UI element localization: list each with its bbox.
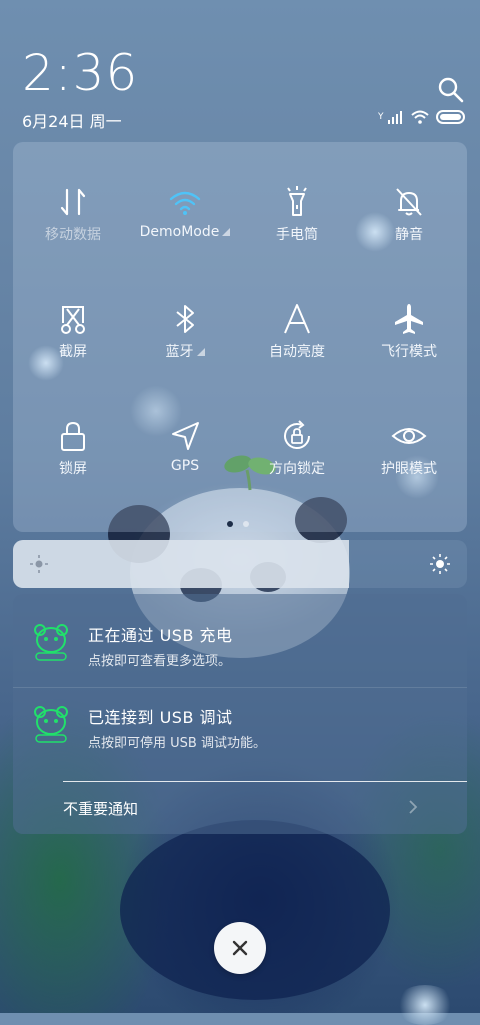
tile-label: DemoMode [129, 224, 241, 240]
flashlight-icon [287, 186, 307, 216]
tile-label-text: 蓝牙 [165, 344, 194, 360]
notification-panel: 正在通过 USB 充电 点按即可查看更多选项。 已连接到 USB 调试 点按即可… [13, 594, 467, 834]
signal-type-label: Y [378, 112, 384, 122]
mobile-data-icon [60, 188, 86, 216]
tile-airplane[interactable]: 飞行模式 [353, 281, 465, 381]
tile-label-text: DemoMode [139, 224, 220, 240]
airplane-icon [395, 304, 423, 334]
page-indicator [227, 521, 253, 527]
tile-label: 蓝牙 [129, 341, 241, 361]
tile-label: 方向锁定 [269, 461, 325, 477]
tile-lock-screen[interactable]: 锁屏 [17, 398, 129, 498]
tile-screenshot[interactable]: 截屏 [17, 281, 129, 381]
wifi-status-icon [410, 110, 429, 124]
tile-eye-care[interactable]: 护眼模式 [353, 398, 465, 498]
bluetooth-icon [176, 305, 194, 333]
page-dot [243, 521, 249, 527]
tile-label: 移动数据 [45, 227, 101, 243]
tile-rotation-lock[interactable]: 方向锁定 [241, 398, 353, 498]
tile-label: 静音 [395, 227, 423, 243]
notification-usb-charging[interactable]: 正在通过 USB 充电 点按即可查看更多选项。 [13, 608, 467, 688]
notification-subtitle: 点按即可查看更多选项。 [88, 654, 232, 669]
tile-auto-brightness[interactable]: 自动亮度 [241, 281, 353, 381]
date-label: 6月24日 周一 [22, 112, 122, 131]
divider [63, 781, 467, 782]
signal-icon [387, 111, 402, 124]
lock-icon [61, 421, 85, 451]
tile-bluetooth[interactable]: 蓝牙 [129, 281, 241, 381]
tile-mobile-data[interactable]: 移动数据 [17, 164, 129, 264]
chevron-right-icon [409, 800, 418, 814]
tile-flashlight[interactable]: 手电筒 [241, 164, 353, 264]
tile-label: 截屏 [59, 344, 87, 360]
notification-title: 已连接到 USB 调试 [88, 708, 233, 727]
screenshot-icon [61, 306, 85, 334]
brightness-fill [13, 540, 349, 588]
bell-off-icon [396, 188, 422, 216]
rotation-lock-icon [284, 420, 310, 450]
quick-settings-panel: 移动数据 DemoMode 手电筒 静音 截屏 蓝牙 自动亮度 飞行模式 锁屏 … [13, 142, 467, 532]
wallpaper-bokeh [395, 985, 455, 1025]
close-icon [232, 940, 248, 956]
tile-label: 锁屏 [59, 461, 87, 477]
panda-app-icon [34, 706, 68, 743]
search-icon[interactable] [437, 76, 465, 104]
tile-label: 手电筒 [276, 227, 318, 243]
gps-icon [172, 422, 199, 450]
tile-label: 护眼模式 [381, 461, 437, 477]
brightness-low-icon [30, 555, 48, 573]
tile-gps[interactable]: GPS [129, 398, 241, 498]
tile-silent[interactable]: 静音 [353, 164, 465, 264]
brightness-high-icon [430, 554, 450, 574]
tile-label: 飞行模式 [381, 344, 437, 360]
page-dot-active [227, 521, 233, 527]
clear-all-button[interactable] [214, 922, 266, 974]
divider [13, 687, 467, 688]
clock: 2:36 [22, 44, 139, 102]
status-icons: Y [378, 108, 466, 126]
notification-usb-debugging[interactable]: 已连接到 USB 调试 点按即可停用 USB 调试功能。 [13, 690, 467, 770]
tile-wifi[interactable]: DemoMode [129, 164, 241, 264]
unimportant-notifications-label: 不重要通知 [63, 800, 139, 818]
brightness-slider[interactable] [13, 540, 467, 588]
expand-caret-icon [222, 228, 231, 236]
eye-icon [391, 428, 427, 444]
tile-label: GPS [170, 458, 200, 474]
wifi-icon [169, 191, 201, 215]
expand-caret-icon [196, 348, 205, 356]
battery-icon [435, 110, 465, 124]
wallpaper-panda-body [120, 820, 390, 1000]
panda-app-icon [34, 624, 68, 661]
tile-label: 自动亮度 [269, 344, 325, 360]
auto-brightness-icon [284, 304, 310, 334]
notification-title: 正在通过 USB 充电 [88, 626, 233, 645]
notification-subtitle: 点按即可停用 USB 调试功能。 [88, 736, 266, 751]
unimportant-notifications-row[interactable]: 不重要通知 [63, 790, 467, 826]
